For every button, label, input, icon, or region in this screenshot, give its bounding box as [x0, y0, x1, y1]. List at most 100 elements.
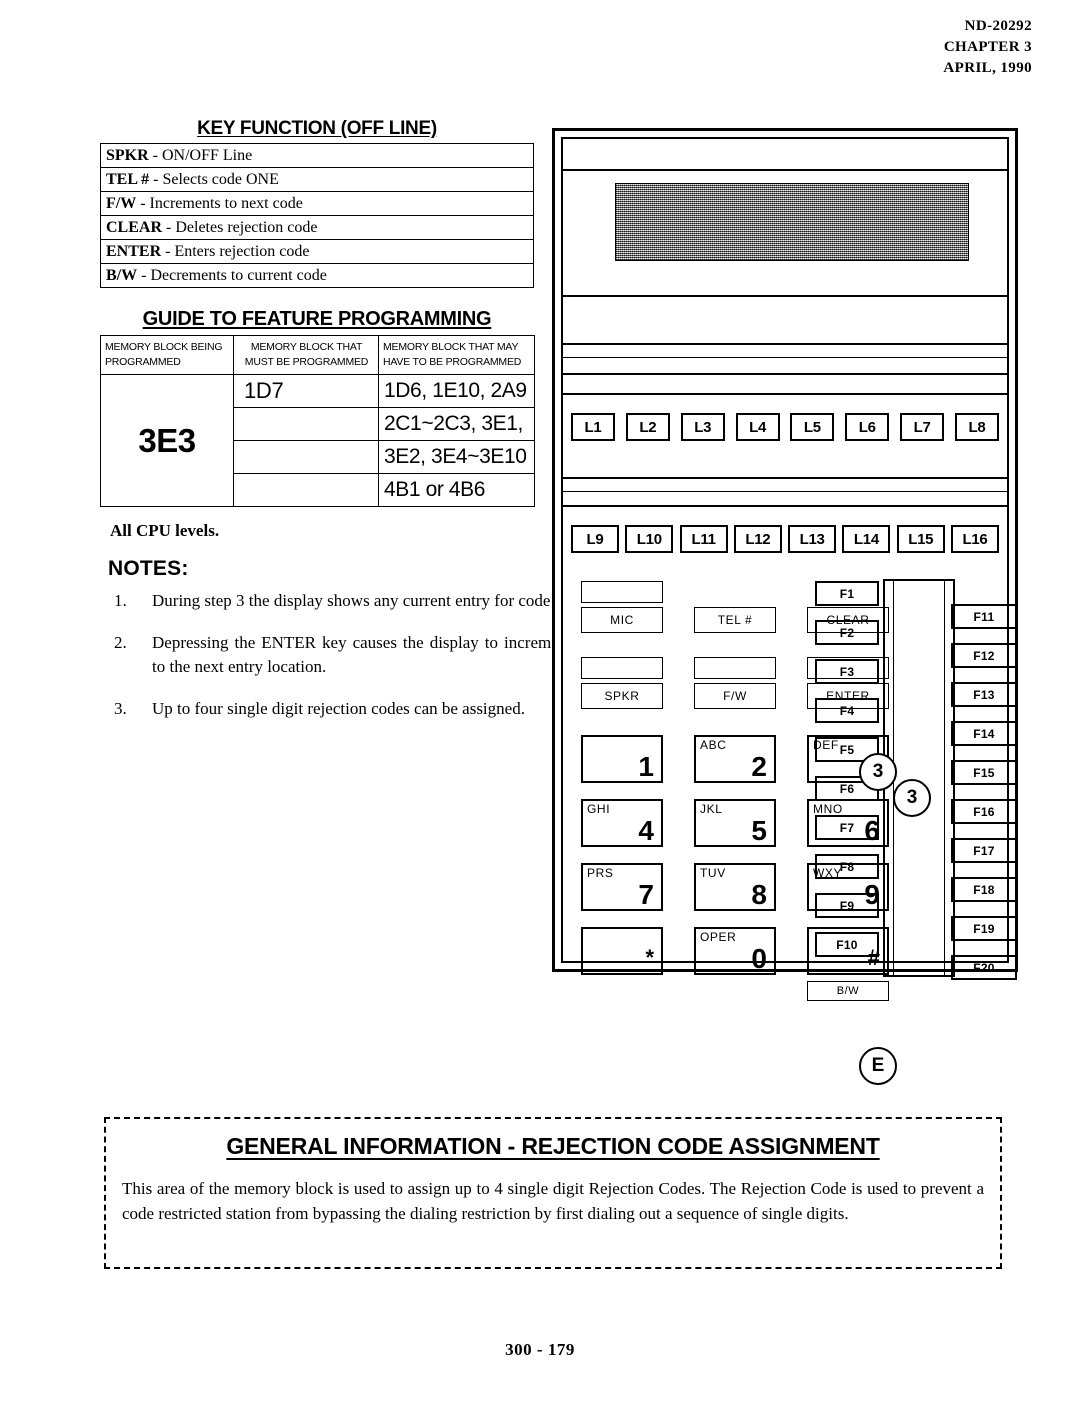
list-item: 2. Depressing the ENTER key causes the d… — [114, 631, 572, 679]
function-key-f9[interactable]: F9 — [815, 893, 879, 918]
line-key-l14[interactable]: L14 — [842, 525, 891, 553]
key-name: ENTER — [106, 242, 162, 260]
divider-line — [563, 357, 1007, 358]
divider-line — [563, 491, 1007, 492]
table-row: CLEAR - Deletes rejection code — [100, 215, 534, 240]
guide-title: GUIDE TO FEATURE PROGRAMMING — [142, 308, 492, 330]
function-key-f13[interactable]: F13 — [951, 682, 1017, 707]
function-key-f18[interactable]: F18 — [951, 877, 1017, 902]
must-be-programmed-0: 1D7 — [233, 374, 379, 408]
line-key-l1[interactable]: L1 — [571, 413, 615, 441]
note-text: Up to four single digit rejection codes … — [152, 699, 525, 718]
table-row: ENTER - Enters rejection code — [100, 239, 534, 264]
general-information-box: GENERAL INFORMATION - REJECTION CODE ASS… — [104, 1117, 1002, 1269]
function-key-f16[interactable]: F16 — [951, 799, 1017, 824]
step-annotation-3b: 3 — [893, 779, 931, 817]
line-key-l4[interactable]: L4 — [735, 413, 780, 441]
function-key-f10[interactable]: F10 — [815, 932, 879, 957]
bw-key[interactable]: B/W — [807, 981, 889, 1001]
line-key-l11[interactable]: L11 — [679, 525, 728, 553]
guide-header-col1: MEMORY BLOCK BEING PROGRAMMED — [100, 335, 234, 375]
fw-key[interactable]: F/W — [694, 683, 776, 709]
notes-list: 1. During step 3 the display shows any c… — [100, 589, 572, 721]
must-be-programmed-2 — [233, 440, 379, 474]
divider-line — [563, 373, 1007, 375]
fw-indicator-box — [694, 657, 776, 679]
dial-key-7[interactable]: PRS 7 — [581, 863, 663, 911]
function-key-f17[interactable]: F17 — [951, 838, 1017, 863]
divider-line — [563, 505, 1007, 507]
function-key-f4[interactable]: F4 — [815, 698, 879, 723]
function-key-f7[interactable]: F7 — [815, 815, 879, 840]
line-key-l6[interactable]: L6 — [845, 413, 890, 441]
line-key-l15[interactable]: L15 — [896, 525, 945, 553]
key-function-table: SPKR - ON/OFF Line TEL # - Selects code … — [100, 143, 534, 288]
left-column: KEY FUNCTION (OFF LINE) SPKR - ON/OFF Li… — [100, 118, 572, 739]
memory-block-being-programmed: 3E3 — [100, 374, 234, 507]
key-name: SPKR — [106, 146, 149, 164]
step-annotation-3a: 3 — [859, 753, 897, 791]
function-key-f1[interactable]: F1 — [815, 581, 879, 606]
table-row: TEL # - Selects code ONE — [100, 167, 534, 192]
chapter-label: CHAPTER 3 — [943, 39, 1032, 55]
dial-key-8[interactable]: TUV 8 — [694, 863, 776, 911]
dial-key-star[interactable]: * — [581, 927, 663, 975]
may-be-programmed-1: 2C1~2C3, 3E1, — [378, 407, 535, 441]
table-header-row: MEMORY BLOCK BEING PROGRAMMED MEMORY BLO… — [100, 335, 535, 375]
telephone-diagram: L1 L2 L3 L4 L5 L6 L7 L8 L9 L10 L11 L12 L… — [552, 128, 1018, 1085]
line-key-l3[interactable]: L3 — [680, 413, 725, 441]
spkr-key[interactable]: SPKR — [581, 683, 663, 709]
document-date: APRIL, 1990 — [943, 60, 1032, 76]
divider-line — [563, 477, 1007, 479]
function-key-f19[interactable]: F19 — [951, 916, 1017, 941]
note-text: During step 3 the display shows any curr… — [152, 591, 568, 610]
may-be-programmed-3: 4B1 or 4B6 — [378, 473, 535, 507]
page-footer: 300 - 179 — [505, 1340, 575, 1359]
function-key-f12[interactable]: F12 — [951, 643, 1017, 668]
dial-key-1[interactable]: 1 — [581, 735, 663, 783]
line-key-l5[interactable]: L5 — [790, 413, 835, 441]
keypad-column-2: TEL # F/W ABC 2 JKL 5 TUV 8 OPER 0 — [694, 581, 776, 975]
line-key-l9[interactable]: L9 — [571, 525, 619, 553]
mic-indicator-box — [581, 581, 663, 603]
line-key-l10[interactable]: L10 — [625, 525, 674, 553]
list-item: 1. During step 3 the display shows any c… — [114, 589, 572, 613]
divider-line — [563, 343, 1007, 345]
dial-key-2[interactable]: ABC 2 — [694, 735, 776, 783]
function-key-f11[interactable]: F11 — [951, 604, 1017, 629]
dial-key-0[interactable]: OPER 0 — [694, 927, 776, 975]
must-be-programmed-3 — [233, 473, 379, 507]
function-key-f3[interactable]: F3 — [815, 659, 879, 684]
function-key-f8[interactable]: F8 — [815, 854, 879, 879]
notes-heading: NOTES: — [108, 557, 189, 580]
may-be-programmed-0: 1D6, 1E10, 2A9 — [378, 374, 535, 408]
must-be-programmed-1 — [233, 407, 379, 441]
function-key-f2[interactable]: F2 — [815, 620, 879, 645]
channel-rail-right — [944, 581, 945, 975]
key-name: B/W — [106, 266, 138, 284]
guide-header-col2: MEMORY BLOCK THAT MUST BE PROGRAMMED — [233, 335, 379, 375]
dial-key-5[interactable]: JKL 5 — [694, 799, 776, 847]
lcd-display — [615, 183, 969, 261]
line-key-l7[interactable]: L7 — [900, 413, 945, 441]
function-key-f20[interactable]: F20 — [951, 955, 1017, 980]
mic-key[interactable]: MIC — [581, 607, 663, 633]
function-key-f14[interactable]: F14 — [951, 721, 1017, 746]
telephone-body: L1 L2 L3 L4 L5 L6 L7 L8 L9 L10 L11 L12 L… — [561, 137, 1017, 1085]
line-key-l13[interactable]: L13 — [788, 525, 837, 553]
divider-line — [563, 295, 1007, 297]
divider-line — [563, 393, 1007, 395]
document-header: ND-20292 CHAPTER 3 APRIL, 1990 — [943, 16, 1032, 79]
line-key-l2[interactable]: L2 — [625, 413, 670, 441]
line-key-l16[interactable]: L16 — [950, 525, 999, 553]
table-row: B/W - Decrements to current code — [100, 263, 534, 288]
function-key-f15[interactable]: F15 — [951, 760, 1017, 785]
line-key-l8[interactable]: L8 — [954, 413, 999, 441]
table-row: SPKR - ON/OFF Line — [100, 143, 534, 168]
tel-key[interactable]: TEL # — [694, 607, 776, 633]
document-number: ND-20292 — [964, 18, 1032, 34]
key-description: - Increments to next code — [140, 194, 303, 212]
key-description: - Deletes rejection code — [166, 218, 318, 236]
line-key-l12[interactable]: L12 — [733, 525, 782, 553]
dial-key-4[interactable]: GHI 4 — [581, 799, 663, 847]
